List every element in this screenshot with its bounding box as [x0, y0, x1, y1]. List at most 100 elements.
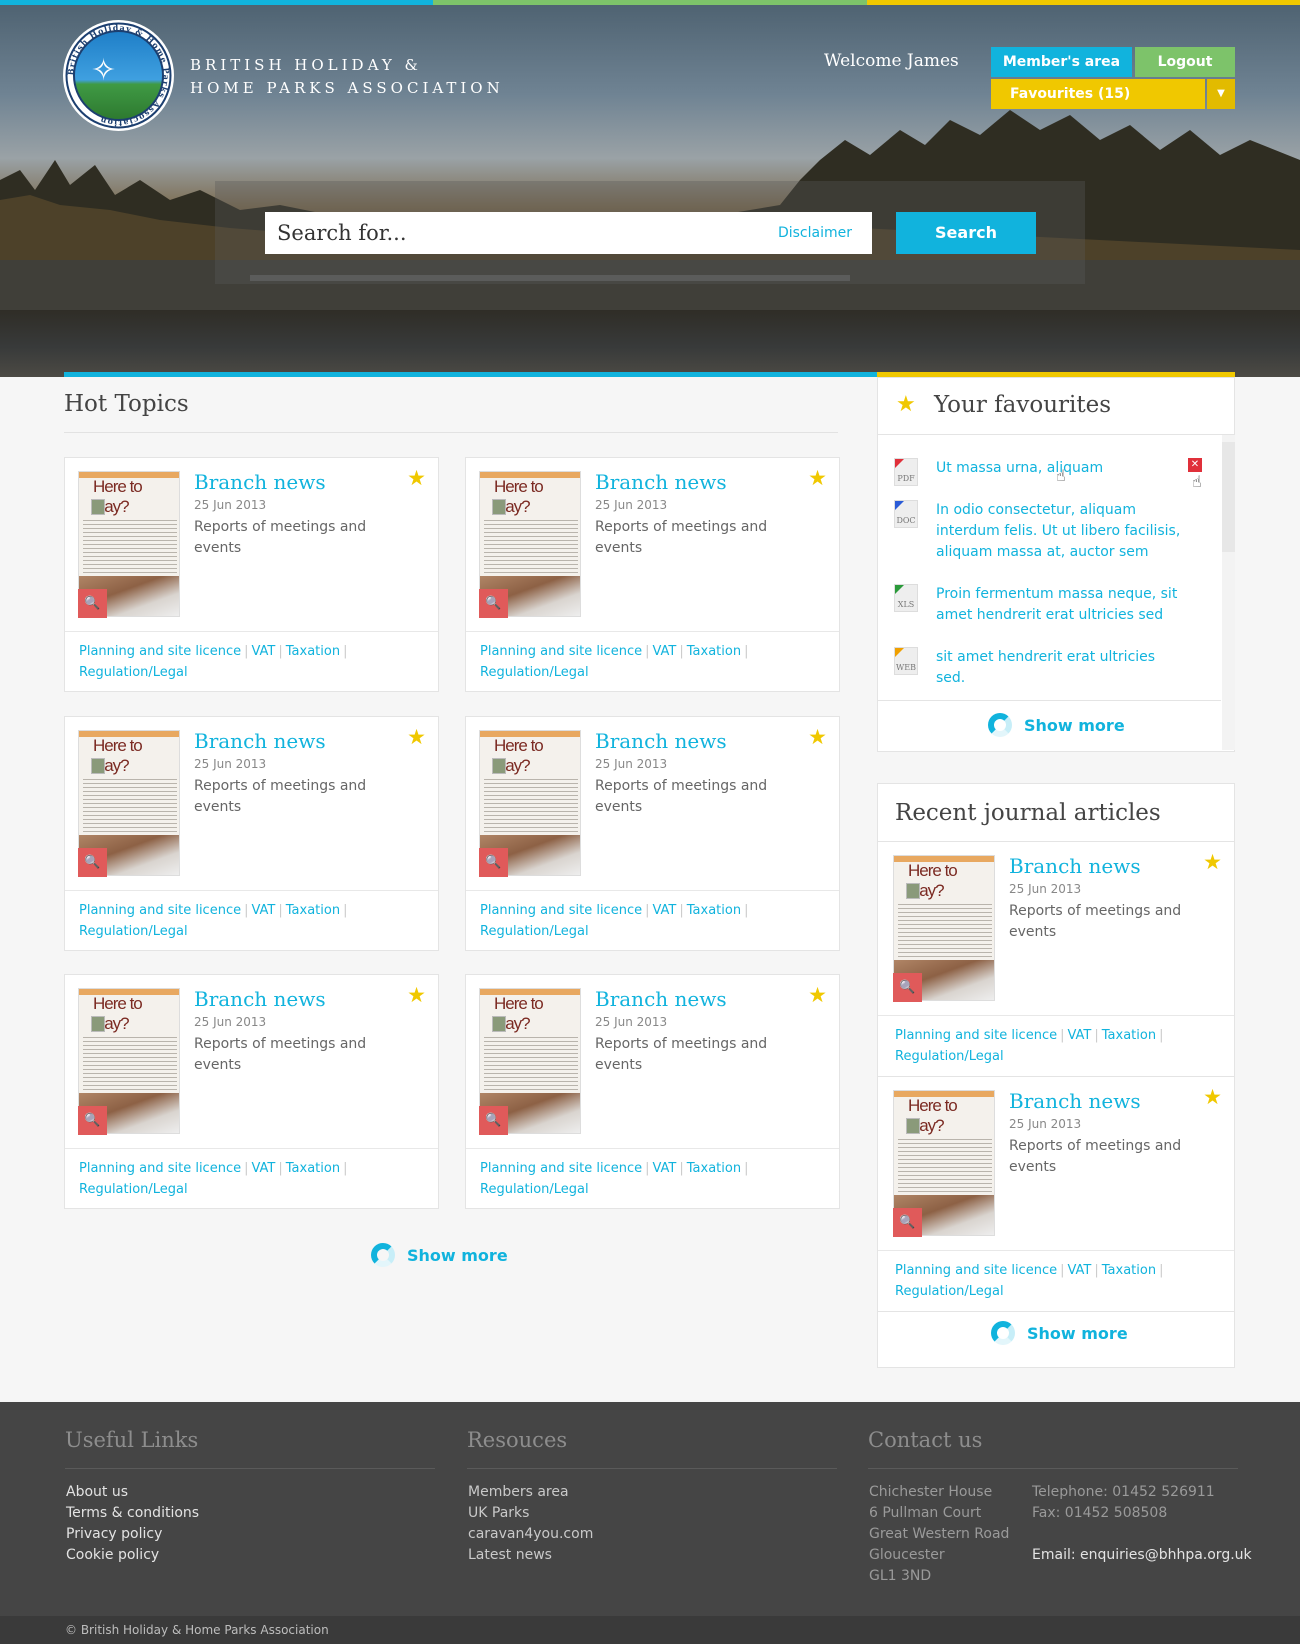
tag-link[interactable]: VAT — [251, 644, 275, 659]
chevron-down-icon[interactable]: ▼ — [1207, 79, 1235, 109]
card-title[interactable]: Branch news — [194, 987, 326, 1011]
card-tags: Planning and site licence | VAT | Taxation | R… — [79, 900, 409, 942]
thumbnail-title: Here to stay? — [93, 994, 143, 1033]
footer-link[interactable]: Terms & conditions — [66, 1503, 199, 1524]
footer-link[interactable]: UK Parks — [468, 1503, 593, 1524]
tag-link[interactable]: Planning and site licence — [79, 903, 241, 918]
tag-link[interactable]: Taxation — [1102, 1028, 1156, 1043]
tag-link[interactable]: Taxation — [286, 1161, 340, 1176]
favourite-star-icon[interactable]: ★ — [1203, 850, 1222, 874]
favourites-dropdown-button[interactable]: Favourites (15) — [991, 79, 1205, 109]
tag-link[interactable]: VAT — [1067, 1263, 1091, 1278]
resources-title: Resouces — [467, 1428, 568, 1452]
hot-topic-card: Here to stay? 🔍 Branch news 25 Jun 2013 Repo… — [465, 716, 840, 951]
divider — [466, 1148, 839, 1149]
disclaimer-link[interactable]: Disclaimer — [778, 225, 852, 241]
tag-link[interactable]: Regulation/Legal — [480, 665, 589, 680]
card-title[interactable]: Branch news — [194, 729, 326, 753]
recent-journal-show-more[interactable]: Show more — [991, 1321, 1128, 1345]
tag-link[interactable]: Planning and site licence — [895, 1263, 1057, 1278]
tag-link[interactable]: Regulation/Legal — [895, 1049, 1004, 1064]
footer-link[interactable]: Members area — [468, 1482, 593, 1503]
card-date: 25 Jun 2013 — [595, 1015, 668, 1029]
tag-separator: | — [278, 644, 283, 659]
favourite-star-icon[interactable]: ★ — [407, 983, 426, 1007]
scrollbar-thumb[interactable] — [1222, 442, 1235, 552]
tag-link[interactable]: Regulation/Legal — [79, 665, 188, 680]
card-description: Reports of meetings and events — [595, 519, 768, 556]
favourite-star-icon[interactable]: ★ — [1203, 1085, 1222, 1109]
tag-link[interactable]: Regulation/Legal — [79, 924, 188, 939]
favourite-link[interactable]: sit amet hendrerit erat ultricies sed. — [936, 647, 1186, 689]
tag-link[interactable]: Regulation/Legal — [480, 924, 589, 939]
favourite-star-icon[interactable]: ★ — [808, 725, 827, 749]
footer-link[interactable]: Privacy policy — [66, 1524, 199, 1545]
tag-separator: | — [1159, 1028, 1164, 1043]
thumbnail-title: Here to stay? — [494, 736, 544, 775]
footer-link[interactable]: Latest news — [468, 1545, 593, 1566]
tag-link[interactable]: VAT — [652, 903, 676, 918]
favourite-link[interactable]: Proin fermentum massa neque, sit amet he… — [936, 584, 1186, 626]
search-button[interactable]: Search — [896, 212, 1036, 254]
tag-link[interactable]: Planning and site licence — [895, 1028, 1057, 1043]
tag-link[interactable]: Regulation/Legal — [79, 1182, 188, 1197]
members-area-button[interactable]: Member's area — [991, 47, 1132, 77]
tag-link[interactable]: Taxation — [687, 1161, 741, 1176]
divider — [878, 1250, 1234, 1251]
favourites-show-more[interactable]: Show more — [988, 713, 1125, 737]
tag-link[interactable]: Taxation — [286, 644, 340, 659]
tag-link[interactable]: Planning and site licence — [79, 644, 241, 659]
tag-link[interactable]: Planning and site licence — [79, 1161, 241, 1176]
hot-topics-show-more[interactable]: Show more — [371, 1243, 508, 1267]
magnifier-icon[interactable]: 🔍 — [78, 848, 107, 877]
hot-topic-card: Here to stay? 🔍 Branch news 25 Jun 2013 Repo… — [64, 974, 439, 1209]
footer-link[interactable]: About us — [66, 1482, 199, 1503]
useful-links-title: Useful Links — [65, 1428, 199, 1452]
tag-link[interactable]: VAT — [251, 903, 275, 918]
tag-link[interactable]: Regulation/Legal — [480, 1182, 589, 1197]
tag-link[interactable]: Planning and site licence — [480, 1161, 642, 1176]
search-input[interactable]: Search for... Disclaimer — [265, 212, 872, 254]
card-title[interactable]: Branch news — [595, 470, 727, 494]
magnifier-icon[interactable]: 🔍 — [78, 589, 107, 618]
magnifier-icon[interactable]: 🔍 — [893, 1208, 922, 1237]
card-title[interactable]: Branch news — [595, 987, 727, 1011]
tag-link[interactable]: Planning and site licence — [480, 644, 642, 659]
divider — [868, 1468, 1238, 1469]
magnifier-icon[interactable]: 🔍 — [893, 973, 922, 1002]
tag-link[interactable]: Taxation — [687, 644, 741, 659]
tag-link[interactable]: VAT — [652, 1161, 676, 1176]
favourite-link[interactable]: In odio consectetur, aliquam interdum fe… — [936, 500, 1186, 563]
tag-link[interactable]: Taxation — [1102, 1263, 1156, 1278]
tag-separator: | — [278, 1161, 283, 1176]
footer-link[interactable]: caravan4you.com — [468, 1524, 593, 1545]
tag-link[interactable]: VAT — [1067, 1028, 1091, 1043]
magnifier-icon[interactable]: 🔍 — [479, 589, 508, 618]
tag-link[interactable]: Taxation — [286, 903, 340, 918]
tag-link[interactable]: Taxation — [687, 903, 741, 918]
favourite-star-icon[interactable]: ★ — [808, 466, 827, 490]
loading-spinner-icon — [991, 1321, 1015, 1345]
favourite-star-icon[interactable]: ★ — [808, 983, 827, 1007]
tag-link[interactable]: Regulation/Legal — [895, 1284, 1004, 1299]
card-title[interactable]: Branch news — [1009, 1089, 1141, 1113]
magnifier-icon[interactable]: 🔍 — [479, 1106, 508, 1135]
card-title[interactable]: Branch news — [595, 729, 727, 753]
thumbnail-text-lines — [898, 1139, 992, 1195]
card-title[interactable]: Branch news — [194, 470, 326, 494]
tag-link[interactable]: Planning and site licence — [480, 903, 642, 918]
tag-link[interactable]: VAT — [251, 1161, 275, 1176]
logout-button[interactable]: Logout — [1135, 47, 1235, 77]
association-logo[interactable]: British Holiday & Home Parks Association… — [63, 20, 174, 131]
footer-link[interactable]: Cookie policy — [66, 1545, 199, 1566]
remove-favourite-icon[interactable]: ✕ — [1188, 458, 1202, 472]
tag-link[interactable]: VAT — [652, 644, 676, 659]
email-link[interactable]: Email: enquiries@bhhpa.org.uk — [1032, 1545, 1252, 1566]
favourite-star-icon[interactable]: ★ — [407, 725, 426, 749]
tag-separator: | — [679, 1161, 684, 1176]
card-description: Reports of meetings and events — [1009, 1138, 1182, 1175]
magnifier-icon[interactable]: 🔍 — [78, 1106, 107, 1135]
card-title[interactable]: Branch news — [1009, 854, 1141, 878]
favourite-star-icon[interactable]: ★ — [407, 466, 426, 490]
magnifier-icon[interactable]: 🔍 — [479, 848, 508, 877]
